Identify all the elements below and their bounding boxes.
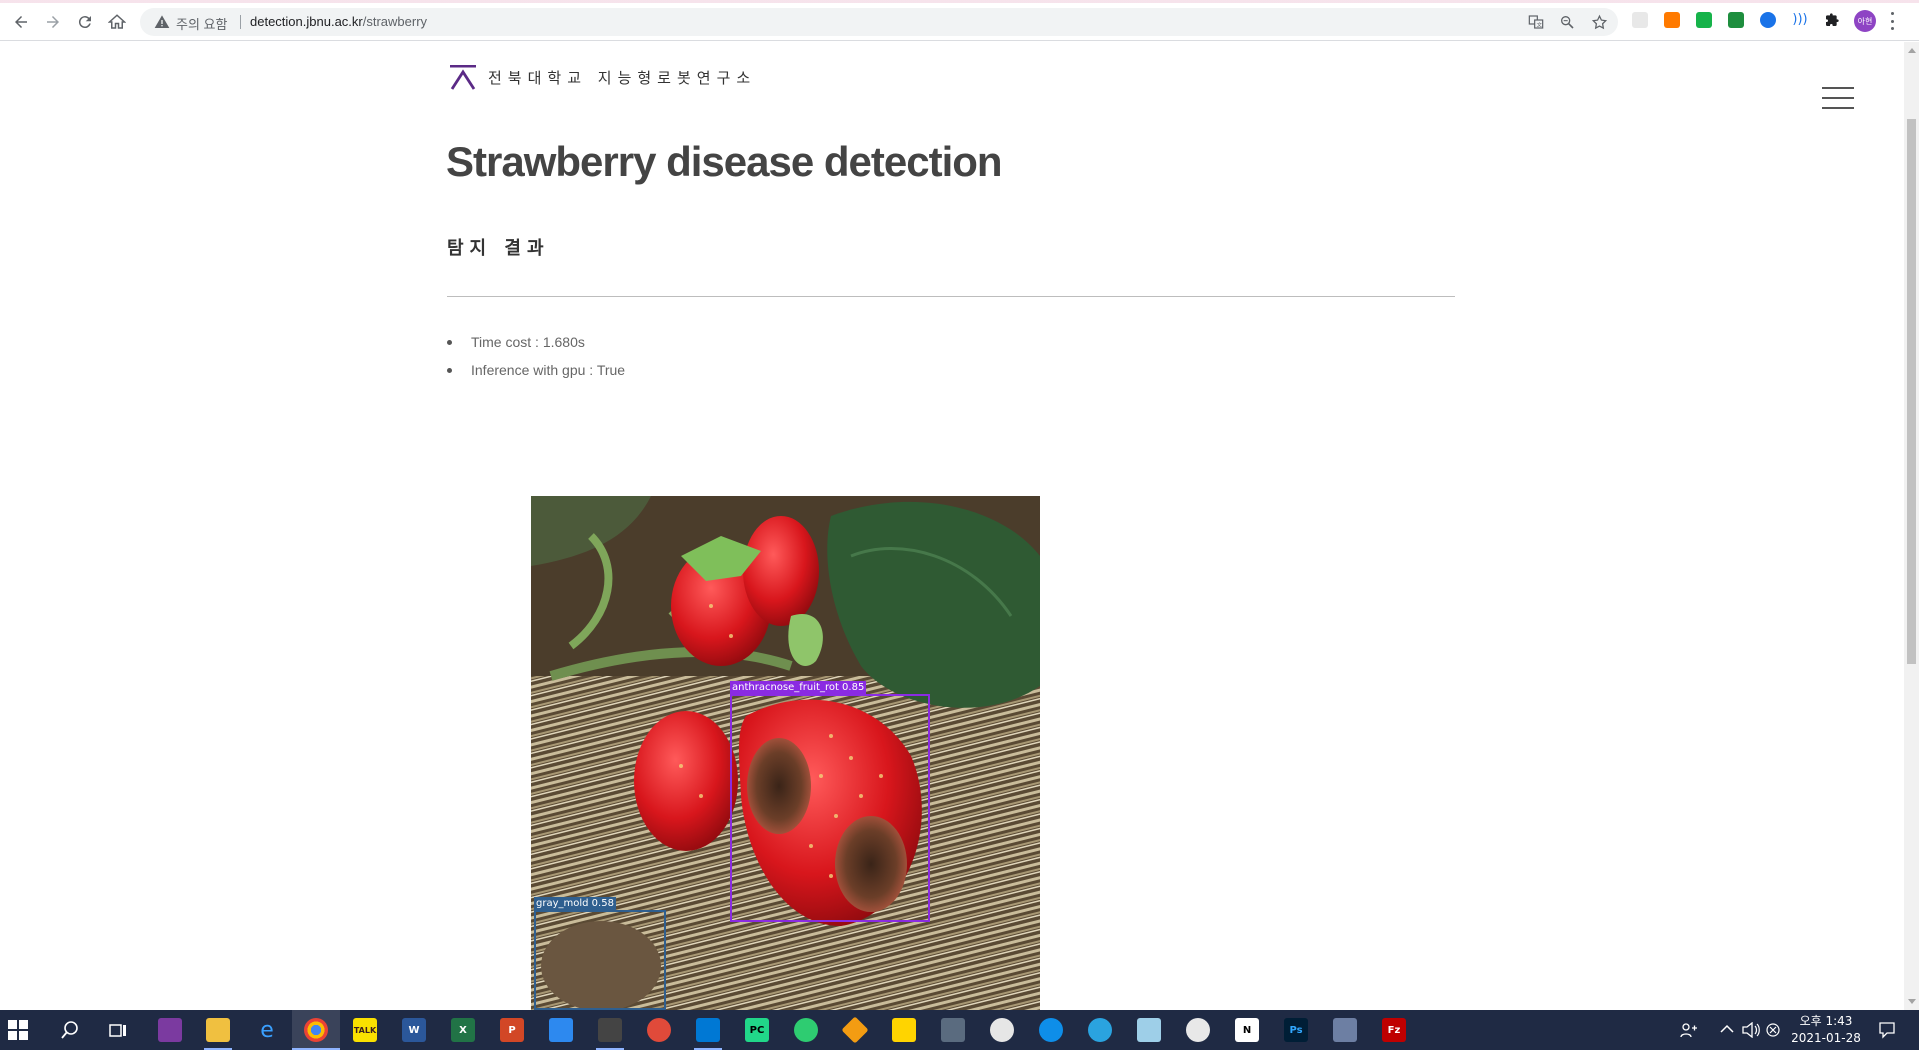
- extension-icon[interactable]: [1664, 12, 1680, 28]
- filezilla-icon[interactable]: Fz: [1382, 1018, 1406, 1042]
- profile-avatar[interactable]: 아현: [1854, 10, 1876, 32]
- forward-button[interactable]: [40, 9, 66, 35]
- url-path: /strawberry: [362, 14, 428, 29]
- browser-toolbar: 주의 요함 detection.jbnu.ac.kr/strawberry 文 …: [0, 0, 1919, 41]
- hamburger-menu-icon[interactable]: [1822, 87, 1854, 109]
- site-logo[interactable]: 전북대학교 지능형로봇연구소: [448, 62, 756, 92]
- volume-icon[interactable]: [1742, 1022, 1760, 1038]
- calculator-icon[interactable]: [941, 1018, 965, 1042]
- arrow-left-icon: [15, 16, 27, 28]
- vscode-icon[interactable]: [696, 1018, 720, 1042]
- notifications-icon[interactable]: [1878, 1021, 1896, 1039]
- extension-icon[interactable]: [1760, 12, 1776, 28]
- address-divider: [240, 15, 241, 29]
- app-icon[interactable]: [647, 1018, 671, 1042]
- teamviewer-icon[interactable]: [1039, 1018, 1063, 1042]
- page-title: Strawberry disease detection: [446, 138, 1003, 185]
- scroll-thumb[interactable]: [1907, 119, 1916, 664]
- search-icon[interactable]: [60, 1020, 80, 1040]
- page-scrollbar[interactable]: [1904, 42, 1919, 1010]
- app-icon[interactable]: [1137, 1018, 1161, 1042]
- pycharm-icon[interactable]: PC: [745, 1018, 769, 1042]
- detection-box-anthracnose: [730, 694, 930, 922]
- zoom-icon[interactable]: [1558, 13, 1576, 31]
- edge-icon[interactable]: e: [255, 1018, 279, 1043]
- task-view-icon[interactable]: [108, 1020, 128, 1040]
- detection-label-gray-mold: gray_mold 0.58: [534, 897, 616, 910]
- result-info-list: Time cost : 1.680s Inference with gpu : …: [447, 332, 625, 388]
- detection-box-gray-mold: [534, 910, 666, 1010]
- url-host: detection.jbnu.ac.kr: [250, 14, 363, 29]
- address-bar[interactable]: 주의 요함 detection.jbnu.ac.kr/strawberry 文: [140, 8, 1618, 36]
- snipping-icon[interactable]: [598, 1018, 622, 1042]
- scroll-up-arrow-icon[interactable]: [1908, 48, 1916, 53]
- windows-taskbar: e TALK W X P PC N Ps Fz 오후 1:43 2021-01-…: [0, 1010, 1919, 1050]
- word-icon[interactable]: W: [402, 1018, 426, 1042]
- telegram-icon[interactable]: [1088, 1018, 1112, 1042]
- app-icon[interactable]: [549, 1018, 573, 1042]
- section-divider: [447, 296, 1455, 297]
- lab-logo-icon: [450, 65, 476, 90]
- home-icon: [108, 14, 126, 29]
- sheets-extension-icon[interactable]: [1728, 12, 1744, 28]
- photoshop-icon[interactable]: Ps: [1284, 1018, 1308, 1042]
- clock-date: 2021-01-28: [1791, 1031, 1861, 1045]
- kakaotalk-icon[interactable]: TALK: [353, 1018, 377, 1042]
- detection-label-anthracnose: anthracnose_fruit_rot 0.85: [730, 681, 867, 694]
- scroll-down-arrow-icon[interactable]: [1908, 999, 1916, 1004]
- back-button[interactable]: [8, 9, 34, 35]
- notion-icon[interactable]: N: [1235, 1018, 1259, 1042]
- reload-icon: [78, 16, 91, 29]
- url-text[interactable]: detection.jbnu.ac.kr/strawberry: [250, 14, 427, 29]
- extensions-puzzle-icon[interactable]: [1824, 12, 1840, 28]
- app-icon[interactable]: [990, 1018, 1014, 1042]
- system-clock[interactable]: 오후 1:43 2021-01-28: [1780, 1013, 1872, 1047]
- reload-button[interactable]: [72, 9, 98, 35]
- app-icon[interactable]: [1333, 1018, 1357, 1042]
- people-icon[interactable]: [1680, 1022, 1698, 1038]
- extension-icon[interactable]: [1632, 12, 1648, 28]
- home-button[interactable]: [104, 9, 130, 35]
- warning-icon[interactable]: [154, 14, 170, 30]
- tab-strip-edge: [0, 0, 1919, 3]
- web-page: 전북대학교 지능형로봇연구소 Strawberry disease detect…: [0, 42, 1904, 1010]
- app-icon[interactable]: [794, 1018, 818, 1042]
- bookmark-star-icon[interactable]: [1590, 13, 1608, 31]
- chrome-icon[interactable]: [304, 1018, 328, 1042]
- file-explorer-icon[interactable]: [206, 1018, 230, 1042]
- app-icon[interactable]: [158, 1018, 182, 1042]
- start-icon[interactable]: [8, 1020, 28, 1040]
- time-cost-item: Time cost : 1.680s: [447, 332, 625, 360]
- translate-icon[interactable]: 文: [1527, 13, 1545, 31]
- logo-text: 전북대학교 지능형로봇연구소: [488, 68, 757, 87]
- sticky-notes-icon[interactable]: [892, 1018, 916, 1042]
- browser-menu-icon[interactable]: [1888, 12, 1896, 30]
- clock-time: 오후 1:43: [1799, 1014, 1853, 1028]
- section-subtitle: 탐지 결과: [447, 238, 550, 259]
- security-warning[interactable]: 주의 요함: [176, 14, 227, 33]
- network-disconnected-icon[interactable]: [1766, 1023, 1780, 1037]
- extension-icon[interactable]: [1696, 12, 1712, 28]
- powerpoint-icon[interactable]: P: [500, 1018, 524, 1042]
- app-icon[interactable]: [1186, 1018, 1210, 1042]
- excel-icon[interactable]: X: [451, 1018, 475, 1042]
- app-icon[interactable]: [841, 1016, 869, 1044]
- detection-result-image: anthracnose_fruit_rot 0.85 gray_mold 0.5…: [531, 496, 1040, 1010]
- chevron-up-icon[interactable]: [1720, 1024, 1734, 1034]
- gpu-inference-item: Inference with gpu : True: [447, 360, 625, 388]
- arrow-right-icon: [47, 16, 59, 28]
- audio-extension-icon[interactable]: ))): [1792, 12, 1808, 28]
